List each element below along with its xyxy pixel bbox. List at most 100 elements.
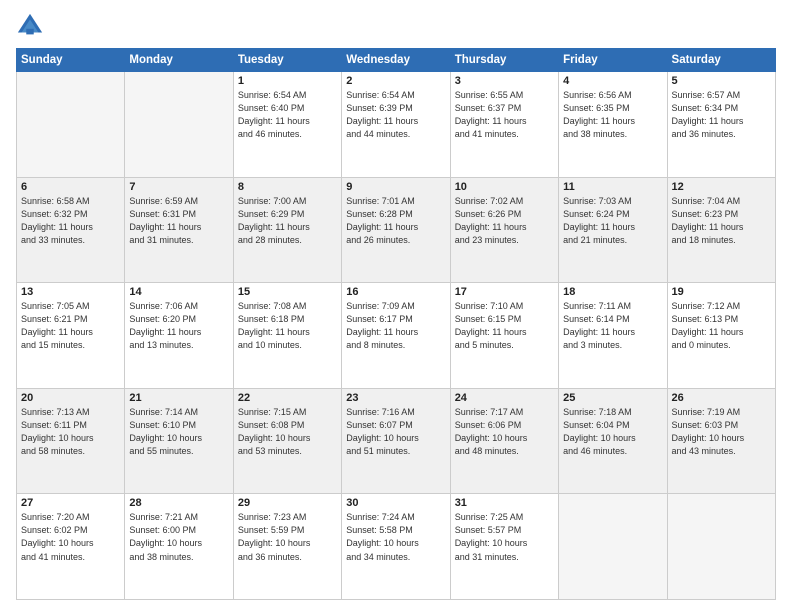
day-number: 4 <box>563 75 662 87</box>
day-info: Sunrise: 7:23 AM Sunset: 5:59 PM Dayligh… <box>238 511 337 563</box>
calendar-cell: 5 Sunrise: 6:57 AM Sunset: 6:34 PM Daylig… <box>667 72 775 178</box>
calendar-week-row: 1 Sunrise: 6:54 AM Sunset: 6:40 PM Daylig… <box>17 72 776 178</box>
calendar-cell: 25Sunrise: 7:18 AM Sunset: 6:04 PM Dayli… <box>559 388 667 494</box>
day-number: 9 <box>346 181 445 193</box>
day-number: 1 <box>238 75 337 87</box>
day-number: 10 <box>455 181 554 193</box>
day-info: Sunrise: 6:56 AM Sunset: 6:35 PM Dayligh… <box>563 89 662 141</box>
day-number: 28 <box>129 497 228 509</box>
calendar-day-header: Tuesday <box>233 49 341 72</box>
calendar-cell: 13 Sunrise: 7:05 AM Sunset: 6:21 PM Dayli… <box>17 283 125 389</box>
day-info: Sunrise: 6:54 AM Sunset: 6:39 PM Dayligh… <box>346 89 445 141</box>
calendar-cell: 26 Sunrise: 7:19 AM Sunset: 6:03 PM Dayli… <box>667 388 775 494</box>
day-info: Sunrise: 7:15 AM Sunset: 6:08 PM Dayligh… <box>238 406 337 458</box>
calendar-cell <box>17 72 125 178</box>
day-number: 16 <box>346 286 445 298</box>
calendar-cell: 12 Sunrise: 7:04 AM Sunset: 6:23 PM Dayli… <box>667 177 775 283</box>
calendar-cell: 23 Sunrise: 7:16 AM Sunset: 6:07 PM Dayli… <box>342 388 450 494</box>
day-info: Sunrise: 7:24 AM Sunset: 5:58 PM Dayligh… <box>346 511 445 563</box>
day-number: 14 <box>129 286 228 298</box>
day-info: Sunrise: 7:14 AM Sunset: 6:10 PM Dayligh… <box>129 406 228 458</box>
day-info: Sunrise: 6:59 AM Sunset: 6:31 PM Dayligh… <box>129 195 228 247</box>
day-number: 7 <box>129 181 228 193</box>
calendar-cell: 4 Sunrise: 6:56 AM Sunset: 6:35 PM Daylig… <box>559 72 667 178</box>
day-number: 5 <box>672 75 771 87</box>
day-info: Sunrise: 7:13 AM Sunset: 6:11 PM Dayligh… <box>21 406 120 458</box>
calendar-cell: 29 Sunrise: 7:23 AM Sunset: 5:59 PM Dayli… <box>233 494 341 600</box>
day-info: Sunrise: 7:05 AM Sunset: 6:21 PM Dayligh… <box>21 300 120 352</box>
day-number: 13 <box>21 286 120 298</box>
day-number: 6 <box>21 181 120 193</box>
calendar-cell: 28Sunrise: 7:21 AM Sunset: 6:00 PM Dayli… <box>125 494 233 600</box>
calendar-cell <box>559 494 667 600</box>
calendar-cell: 1 Sunrise: 6:54 AM Sunset: 6:40 PM Daylig… <box>233 72 341 178</box>
calendar-week-row: 27 Sunrise: 7:20 AM Sunset: 6:02 PM Dayli… <box>17 494 776 600</box>
day-number: 26 <box>672 392 771 404</box>
day-info: Sunrise: 7:06 AM Sunset: 6:20 PM Dayligh… <box>129 300 228 352</box>
day-info: Sunrise: 7:01 AM Sunset: 6:28 PM Dayligh… <box>346 195 445 247</box>
day-info: Sunrise: 7:10 AM Sunset: 6:15 PM Dayligh… <box>455 300 554 352</box>
day-info: Sunrise: 7:04 AM Sunset: 6:23 PM Dayligh… <box>672 195 771 247</box>
calendar-cell: 19 Sunrise: 7:12 AM Sunset: 6:13 PM Dayli… <box>667 283 775 389</box>
calendar-day-header: Friday <box>559 49 667 72</box>
calendar-cell: 15Sunrise: 7:08 AM Sunset: 6:18 PM Dayli… <box>233 283 341 389</box>
day-info: Sunrise: 7:19 AM Sunset: 6:03 PM Dayligh… <box>672 406 771 458</box>
day-number: 22 <box>238 392 337 404</box>
day-info: Sunrise: 6:55 AM Sunset: 6:37 PM Dayligh… <box>455 89 554 141</box>
day-number: 25 <box>563 392 662 404</box>
day-number: 21 <box>129 392 228 404</box>
calendar-day-header: Thursday <box>450 49 558 72</box>
day-info: Sunrise: 7:25 AM Sunset: 5:57 PM Dayligh… <box>455 511 554 563</box>
calendar-cell <box>667 494 775 600</box>
calendar-cell: 24 Sunrise: 7:17 AM Sunset: 6:06 PM Dayli… <box>450 388 558 494</box>
calendar-cell: 31 Sunrise: 7:25 AM Sunset: 5:57 PM Dayli… <box>450 494 558 600</box>
day-number: 29 <box>238 497 337 509</box>
day-number: 23 <box>346 392 445 404</box>
day-number: 31 <box>455 497 554 509</box>
day-number: 24 <box>455 392 554 404</box>
calendar-day-header: Sunday <box>17 49 125 72</box>
calendar-day-header: Wednesday <box>342 49 450 72</box>
calendar-cell: 16 Sunrise: 7:09 AM Sunset: 6:17 PM Dayli… <box>342 283 450 389</box>
day-info: Sunrise: 7:16 AM Sunset: 6:07 PM Dayligh… <box>346 406 445 458</box>
day-info: Sunrise: 6:58 AM Sunset: 6:32 PM Dayligh… <box>21 195 120 247</box>
calendar-cell: 27 Sunrise: 7:20 AM Sunset: 6:02 PM Dayli… <box>17 494 125 600</box>
calendar-cell <box>125 72 233 178</box>
day-info: Sunrise: 7:17 AM Sunset: 6:06 PM Dayligh… <box>455 406 554 458</box>
calendar-cell: 6 Sunrise: 6:58 AM Sunset: 6:32 PM Daylig… <box>17 177 125 283</box>
day-info: Sunrise: 7:20 AM Sunset: 6:02 PM Dayligh… <box>21 511 120 563</box>
day-info: Sunrise: 6:57 AM Sunset: 6:34 PM Dayligh… <box>672 89 771 141</box>
calendar-cell: 10 Sunrise: 7:02 AM Sunset: 6:26 PM Dayli… <box>450 177 558 283</box>
day-number: 12 <box>672 181 771 193</box>
calendar-cell: 2 Sunrise: 6:54 AM Sunset: 6:39 PM Daylig… <box>342 72 450 178</box>
day-info: Sunrise: 7:09 AM Sunset: 6:17 PM Dayligh… <box>346 300 445 352</box>
day-info: Sunrise: 7:11 AM Sunset: 6:14 PM Dayligh… <box>563 300 662 352</box>
day-number: 27 <box>21 497 120 509</box>
day-info: Sunrise: 6:54 AM Sunset: 6:40 PM Dayligh… <box>238 89 337 141</box>
day-number: 20 <box>21 392 120 404</box>
day-info: Sunrise: 7:03 AM Sunset: 6:24 PM Dayligh… <box>563 195 662 247</box>
day-number: 17 <box>455 286 554 298</box>
day-info: Sunrise: 7:00 AM Sunset: 6:29 PM Dayligh… <box>238 195 337 247</box>
day-number: 11 <box>563 181 662 193</box>
calendar-cell: 9 Sunrise: 7:01 AM Sunset: 6:28 PM Daylig… <box>342 177 450 283</box>
day-number: 8 <box>238 181 337 193</box>
day-number: 3 <box>455 75 554 87</box>
calendar-week-row: 6 Sunrise: 6:58 AM Sunset: 6:32 PM Daylig… <box>17 177 776 283</box>
calendar-table: SundayMondayTuesdayWednesdayThursdayFrid… <box>16 48 776 600</box>
logo <box>16 12 48 40</box>
day-number: 2 <box>346 75 445 87</box>
calendar-day-header: Saturday <box>667 49 775 72</box>
day-info: Sunrise: 7:08 AM Sunset: 6:18 PM Dayligh… <box>238 300 337 352</box>
day-info: Sunrise: 7:02 AM Sunset: 6:26 PM Dayligh… <box>455 195 554 247</box>
day-number: 18 <box>563 286 662 298</box>
calendar-header-row: SundayMondayTuesdayWednesdayThursdayFrid… <box>17 49 776 72</box>
calendar-week-row: 13 Sunrise: 7:05 AM Sunset: 6:21 PM Dayli… <box>17 283 776 389</box>
calendar-cell: 21 Sunrise: 7:14 AM Sunset: 6:10 PM Dayli… <box>125 388 233 494</box>
calendar-cell: 3 Sunrise: 6:55 AM Sunset: 6:37 PM Daylig… <box>450 72 558 178</box>
calendar-cell: 14 Sunrise: 7:06 AM Sunset: 6:20 PM Dayli… <box>125 283 233 389</box>
day-info: Sunrise: 7:12 AM Sunset: 6:13 PM Dayligh… <box>672 300 771 352</box>
day-number: 19 <box>672 286 771 298</box>
calendar-cell: 8 Sunrise: 7:00 AM Sunset: 6:29 PM Daylig… <box>233 177 341 283</box>
calendar-cell: 18 Sunrise: 7:11 AM Sunset: 6:14 PM Dayli… <box>559 283 667 389</box>
